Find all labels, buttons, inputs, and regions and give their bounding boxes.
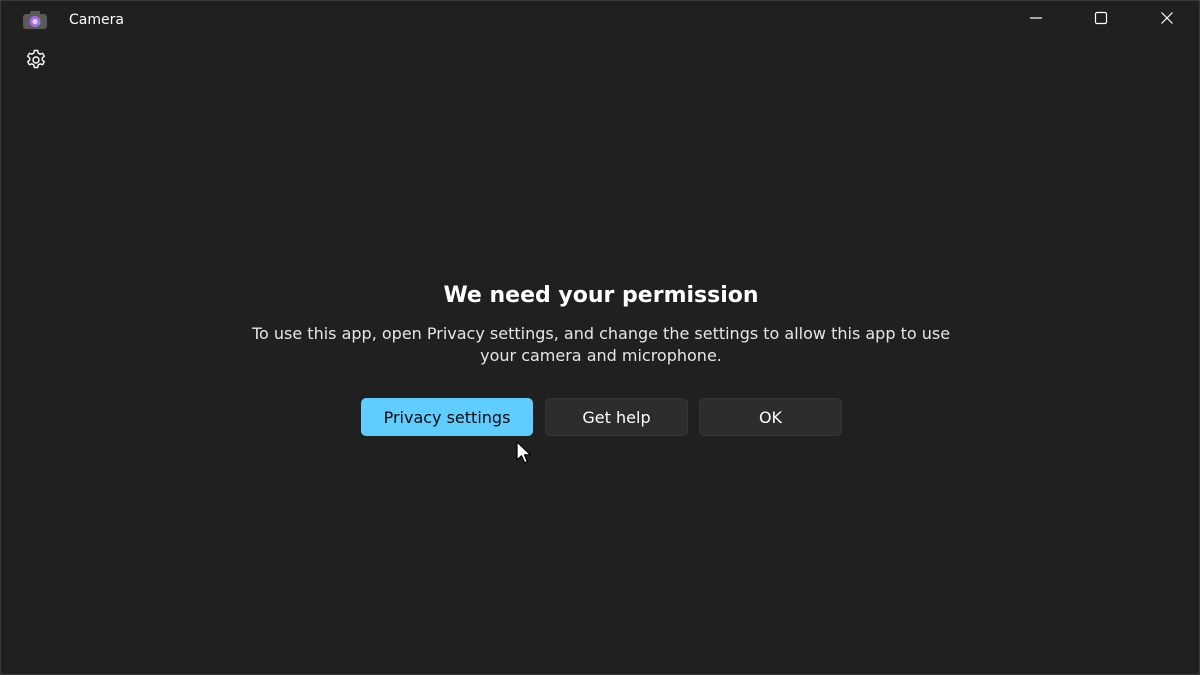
ok-button[interactable]: OK <box>699 398 842 436</box>
close-button[interactable] <box>1135 1 1199 39</box>
privacy-settings-button[interactable]: Privacy settings <box>361 398 533 436</box>
mouse-cursor-icon <box>516 441 534 465</box>
minimize-icon <box>1028 10 1044 30</box>
maximize-button[interactable] <box>1069 1 1133 39</box>
app-title: Camera <box>69 12 124 28</box>
camera-icon <box>22 10 48 30</box>
permission-description: To use this app, open Privacy settings, … <box>251 324 951 365</box>
settings-button[interactable] <box>20 47 52 77</box>
dialog-buttons: Privacy settings Get help OK <box>1 398 1200 436</box>
permission-heading: We need your permission <box>443 283 759 308</box>
title-bar[interactable]: Camera <box>1 1 1200 39</box>
get-help-button[interactable]: Get help <box>545 398 688 436</box>
camera-window: Camera We need your permission To use th… <box>0 0 1200 675</box>
close-icon <box>1159 10 1175 30</box>
permission-message: We need your permission To use this app,… <box>1 279 1200 367</box>
maximize-icon <box>1093 10 1109 30</box>
gear-icon <box>24 48 48 76</box>
minimize-button[interactable] <box>1004 1 1068 39</box>
